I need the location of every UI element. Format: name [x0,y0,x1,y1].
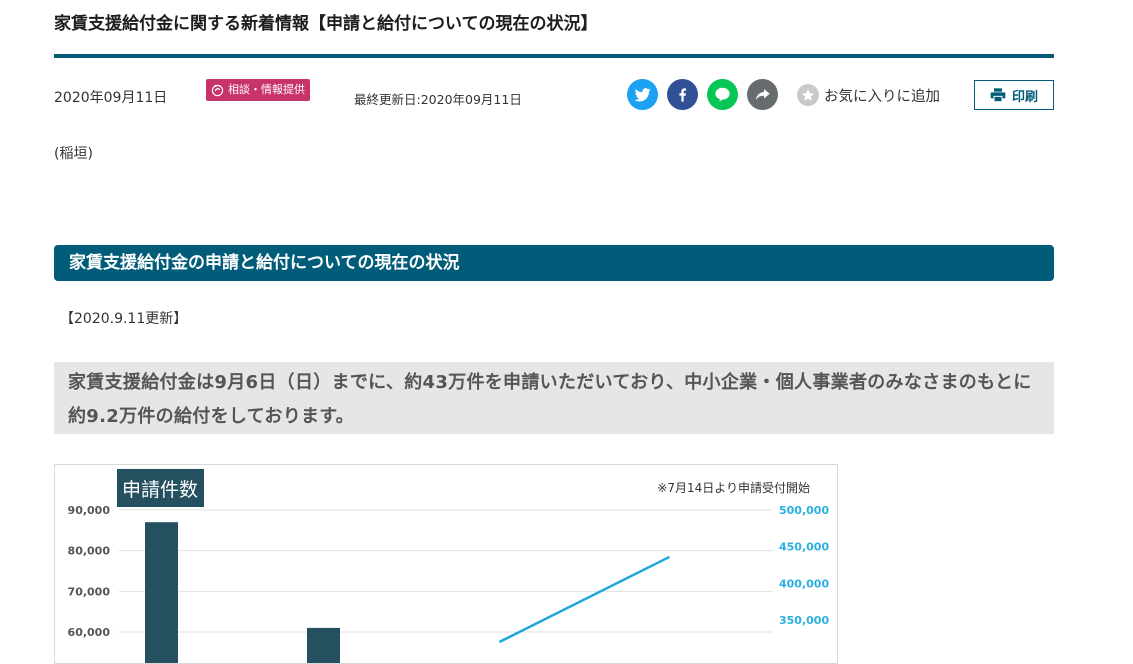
printer-icon [990,88,1006,102]
right-axis-tick: 350,000 [779,614,829,627]
add-favorite-button[interactable]: お気に入りに追加 [797,84,940,106]
section-heading: 家賃支援給付金の申請と給付についての現在の状況 [54,245,1054,281]
print-button[interactable]: 印刷 [974,80,1054,110]
highlight-summary: 家賃支援給付金は9月6日（日）までに、約43万件を申請いただいており、中小企業・… [54,362,1054,434]
twitter-icon [634,88,651,102]
left-axis-tick: 70,000 [68,585,111,598]
chart-bar [307,627,340,663]
category-badge[interactable]: 相談・情報提供 [206,79,310,101]
chart-line [498,555,670,644]
other-share-button[interactable] [747,79,778,110]
twitter-share-button[interactable] [627,79,658,110]
left-axis-tick: 80,000 [68,545,111,558]
author-name: (稲垣) [54,146,93,162]
category-label: 相談・情報提供 [228,83,305,96]
consultation-icon [211,84,224,96]
chart-canvas: 90,000 80,000 70,000 60,000 500,000 450,000 40… [68,469,829,663]
line-share-button[interactable] [707,79,738,110]
application-count-chart: 90,000 80,000 70,000 60,000 500,000 450,000 40… [54,464,838,664]
page-title: 家賃支援給付金に関する新着情報【申請と給付についての現在の状況】 [54,14,598,34]
publish-date: 2020年09月11日 [54,90,168,106]
right-axis-tick: 500,000 [779,504,829,517]
line-icon [715,87,730,102]
left-axis-tick: 60,000 [68,626,111,639]
left-axis-tick: 90,000 [68,504,111,517]
chart-annotation: ※7月14日より申請受付開始 [657,481,810,495]
right-axis-tick: 400,000 [779,577,829,590]
title-divider [54,54,1054,58]
print-label: 印刷 [1011,89,1038,105]
chart-bar [145,522,178,663]
favorite-label: お気に入りに追加 [824,88,940,105]
share-icon [755,88,770,101]
facebook-icon [679,88,687,102]
last-updated: 最終更新日:2020年09月11日 [354,92,522,107]
update-note: 【2020.9.11更新】 [60,311,188,327]
star-icon [797,84,819,106]
chart-title: 申請件数 [122,479,198,501]
right-axis-tick: 450,000 [779,541,829,554]
facebook-share-button[interactable] [667,79,698,110]
